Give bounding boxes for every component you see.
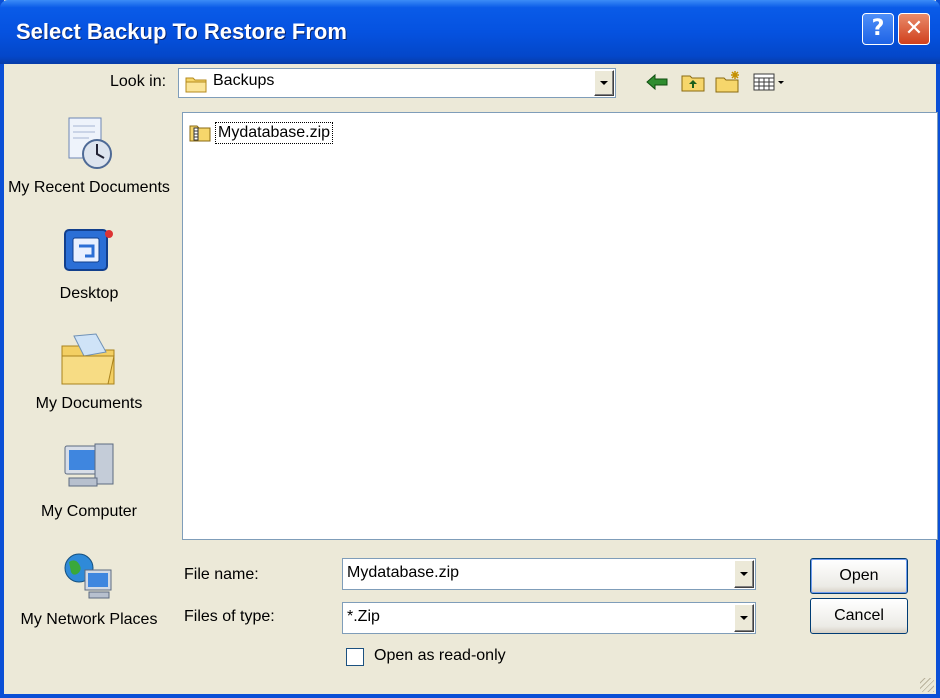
file-name-value: Mydatabase.zip <box>347 564 460 581</box>
place-label: My Recent Documents <box>8 179 170 196</box>
file-name-label: File name: <box>184 566 259 583</box>
place-label: My Computer <box>40 503 138 520</box>
new-folder-icon[interactable] <box>714 70 742 94</box>
read-only-checkbox[interactable] <box>346 648 364 666</box>
file-list[interactable]: Mydatabase.zip <box>182 112 938 540</box>
place-label: My Documents <box>35 395 143 412</box>
my-computer-icon <box>64 443 114 487</box>
place-network-places[interactable]: My Network Places <box>4 550 174 630</box>
title-bar[interactable]: Select Backup To Restore From ? ✕ <box>0 0 940 64</box>
chevron-down-icon[interactable] <box>734 604 754 632</box>
help-button[interactable]: ? <box>862 13 894 45</box>
places-bar: My Recent Documents Desktop My Documents <box>4 104 174 664</box>
help-icon: ? <box>871 16 885 41</box>
back-arrow-icon[interactable] <box>644 70 670 94</box>
zip-folder-icon <box>189 125 211 142</box>
look-in-label: Look in: <box>110 73 167 90</box>
list-item[interactable]: Mydatabase.zip <box>189 121 334 145</box>
open-button-label: Open <box>839 567 879 584</box>
file-type-label: Files of type: <box>184 608 275 625</box>
cancel-button[interactable]: Cancel <box>810 598 908 634</box>
read-only-label: Open as read-only <box>374 647 506 664</box>
place-recent-documents[interactable]: My Recent Documents <box>4 114 174 198</box>
file-type-value: *.Zip <box>347 608 380 625</box>
place-desktop[interactable]: Desktop <box>4 224 174 304</box>
chevron-down-icon[interactable] <box>594 70 614 96</box>
look-in-value: Backups <box>213 72 275 89</box>
recent-documents-icon <box>68 117 112 169</box>
open-button[interactable]: Open <box>810 558 908 594</box>
look-in-dropdown[interactable]: Backups <box>178 68 616 98</box>
place-label: My Network Places <box>20 611 158 628</box>
view-menu-icon[interactable] <box>752 70 786 94</box>
chevron-down-icon[interactable] <box>734 560 754 588</box>
dialog-window: Select Backup To Restore From ? ✕ Look i… <box>0 0 940 698</box>
file-name: Mydatabase.zip <box>215 122 334 144</box>
resize-grip[interactable] <box>920 678 934 692</box>
file-type-dropdown[interactable]: *.Zip <box>342 602 756 634</box>
place-label: Desktop <box>59 285 119 302</box>
dialog-title: Select Backup To Restore From <box>16 19 347 44</box>
desktop-icon <box>64 229 113 271</box>
close-icon: ✕ <box>904 16 924 41</box>
up-folder-icon[interactable] <box>680 70 706 94</box>
cancel-button-label: Cancel <box>834 607 884 624</box>
network-places-icon <box>64 553 112 599</box>
file-name-field[interactable]: Mydatabase.zip <box>342 558 756 590</box>
my-documents-icon <box>61 333 115 385</box>
place-my-documents[interactable]: My Documents <box>4 330 174 414</box>
place-my-computer[interactable]: My Computer <box>4 438 174 522</box>
folder-icon <box>185 77 207 93</box>
close-button[interactable]: ✕ <box>898 13 930 45</box>
